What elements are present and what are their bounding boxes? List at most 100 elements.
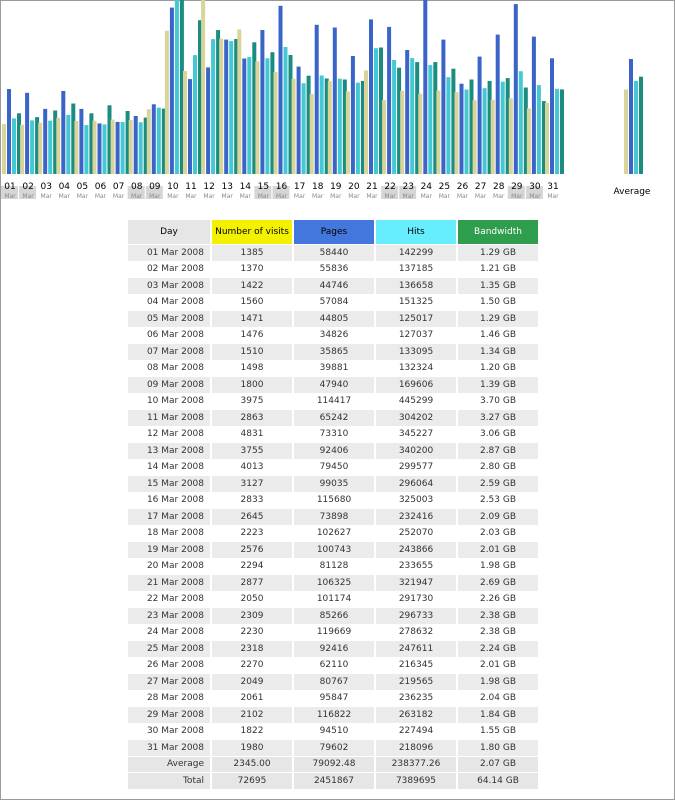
cell-bandwidth: 1.29 GB xyxy=(458,245,538,261)
bar-hits xyxy=(120,122,125,174)
table-row: 28 Mar 2008 2061 95847 236235 2.04 GB xyxy=(128,690,538,706)
table-row: 02 Mar 2008 1370 55836 137185 1.21 GB xyxy=(128,261,538,277)
table-row: 29 Mar 2008 2102 116822 263182 1.84 GB xyxy=(128,707,538,723)
cell-hits: 233655 xyxy=(376,558,456,574)
cell-bandwidth: 64.14 GB xyxy=(458,773,538,789)
x-tick-sublabel: Mar xyxy=(475,193,487,200)
x-tick-sublabel: Mar xyxy=(312,193,324,200)
table-row: 21 Mar 2008 2877 106325 321947 2.69 GB xyxy=(128,575,538,591)
cell-hits: 132324 xyxy=(376,360,456,376)
table-row: 07 Mar 2008 1510 35865 133095 1.34 GB xyxy=(128,344,538,360)
table-row: 14 Mar 2008 4013 79450 299577 2.80 GB xyxy=(128,459,538,475)
x-tick-label: 29 xyxy=(511,182,523,192)
bar-hits xyxy=(392,60,397,174)
bar-hits xyxy=(247,56,252,174)
cell-bandwidth: 1.98 GB xyxy=(458,674,538,690)
bar-average-bandwidth xyxy=(639,76,643,174)
cell-pages: 80767 xyxy=(294,674,374,690)
bar-visits xyxy=(526,108,531,174)
cell-bandwidth: 2.87 GB xyxy=(458,443,538,459)
cell-visits: 2318 xyxy=(212,641,292,657)
bar-visits xyxy=(454,92,459,174)
bar-visits xyxy=(436,90,441,174)
x-tick-label: 10 xyxy=(167,182,179,192)
cell-visits: 2576 xyxy=(212,542,292,558)
cell-visits: 3755 xyxy=(212,443,292,459)
x-tick-label: 17 xyxy=(294,182,305,192)
cell-visits: 1822 xyxy=(212,723,292,739)
bar-visits xyxy=(472,100,477,174)
bar-hits xyxy=(518,71,523,174)
bar-pages xyxy=(423,0,428,174)
bar-pages xyxy=(97,123,102,174)
x-tick-label: 16 xyxy=(276,182,288,192)
x-tick-label: 03 xyxy=(40,182,51,192)
bar-visits xyxy=(345,91,350,174)
cell-day: 01 Mar 2008 xyxy=(128,245,210,261)
cell-bandwidth: 2.24 GB xyxy=(458,641,538,657)
bar-visits xyxy=(219,38,224,174)
cell-bandwidth: 2.09 GB xyxy=(458,509,538,525)
bar-visits xyxy=(508,98,513,174)
bar-visits xyxy=(545,102,549,174)
x-tick-label: 04 xyxy=(59,182,71,192)
bar-hits xyxy=(283,47,288,174)
bar-pages xyxy=(43,108,48,174)
bar-hits xyxy=(428,65,433,174)
bar-visits xyxy=(201,0,206,174)
cell-hits: 299577 xyxy=(376,459,456,475)
cell-pages: 2451867 xyxy=(294,773,374,789)
bar-visits xyxy=(74,121,79,174)
cell-hits: 232416 xyxy=(376,509,456,525)
cell-pages: 79602 xyxy=(294,740,374,756)
bar-hits xyxy=(355,82,360,174)
x-tick-sublabel: Mar xyxy=(22,193,34,200)
x-tick-sublabel: Mar xyxy=(421,193,433,200)
x-tick-label: 15 xyxy=(258,182,269,192)
cell-hits: 247611 xyxy=(376,641,456,657)
bar-pages xyxy=(169,7,174,174)
cell-visits: 3127 xyxy=(212,476,292,492)
x-tick-label: 24 xyxy=(421,182,433,192)
cell-day: 07 Mar 2008 xyxy=(128,344,210,360)
x-tick-label: 27 xyxy=(475,182,486,192)
cell-hits: 296064 xyxy=(376,476,456,492)
cell-day: 02 Mar 2008 xyxy=(128,261,210,277)
cell-hits: 127037 xyxy=(376,327,456,343)
bar-hits xyxy=(138,122,143,174)
cell-visits: 72695 xyxy=(212,773,292,789)
cell-hits: 238377.26 xyxy=(376,756,456,772)
cell-hits: 137185 xyxy=(376,261,456,277)
header-bandwidth: Bandwidth xyxy=(458,220,538,244)
cell-day: 21 Mar 2008 xyxy=(128,575,210,591)
x-tick-sublabel: Mar xyxy=(276,193,288,200)
bar-hits xyxy=(446,77,451,174)
table-row: 06 Mar 2008 1476 34826 127037 1.46 GB xyxy=(128,327,538,343)
bar-hits xyxy=(482,88,487,174)
bar-hits xyxy=(193,55,197,174)
cell-hits: 345227 xyxy=(376,426,456,442)
bar-pages xyxy=(206,67,211,174)
cell-pages: 35865 xyxy=(294,344,374,360)
bar-pages xyxy=(405,50,410,174)
x-tick-label: 26 xyxy=(457,182,469,192)
cell-hits: 243866 xyxy=(376,542,456,558)
x-tick-sublabel: Mar xyxy=(240,193,252,200)
x-tick-label: 28 xyxy=(493,182,505,192)
cell-visits: 2061 xyxy=(212,690,292,706)
cell-visits: 2863 xyxy=(212,410,292,426)
bar-hits xyxy=(337,78,342,174)
x-tick-label: 20 xyxy=(348,182,360,192)
cell-visits: 2294 xyxy=(212,558,292,574)
cell-bandwidth: 1.35 GB xyxy=(458,278,538,294)
bar-hits xyxy=(410,58,415,174)
table-row: 08 Mar 2008 1498 39881 132324 1.20 GB xyxy=(128,360,538,376)
average-row: Average 2345.00 79092.48 238377.26 2.07 GB xyxy=(128,756,538,772)
cell-bandwidth: 1.20 GB xyxy=(458,360,538,376)
cell-bandwidth: 1.39 GB xyxy=(458,377,538,393)
cell-pages: 102627 xyxy=(294,525,374,541)
cell-hits: 304202 xyxy=(376,410,456,426)
table-row: 10 Mar 2008 3975 114417 445299 3.70 GB xyxy=(128,393,538,409)
x-tick-sublabel: Mar xyxy=(294,193,306,200)
x-tick-sublabel: Mar xyxy=(403,193,415,200)
